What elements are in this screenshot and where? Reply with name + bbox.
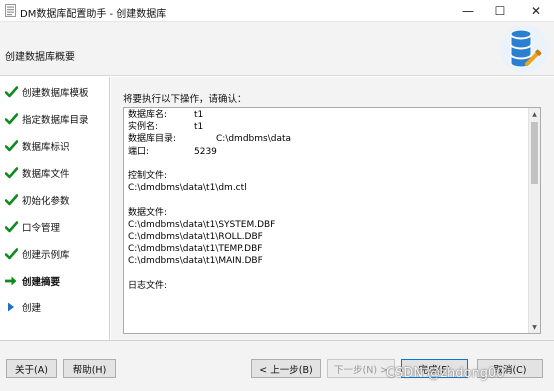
- step-password-management[interactable]: 口令管理: [0, 216, 110, 238]
- triangle-right-icon: [0, 296, 22, 318]
- wizard-footer: 关于(A) 帮助(H) < 上一步(B) 下一步(N) > 完成(F) 取消(C…: [0, 340, 554, 391]
- scrollbar-thumb[interactable]: [531, 122, 538, 184]
- step-database-files[interactable]: 数据库文件: [0, 162, 110, 184]
- check-icon: [0, 243, 22, 265]
- arrow-right-icon: [0, 270, 22, 292]
- database-icon: [500, 25, 548, 73]
- log-files-label: 日志文件:: [128, 280, 168, 291]
- summary-text: 数据库名: t1 实例名: t1 数据库目录: C:\dmdbms\data 端口: 5…: [128, 109, 523, 292]
- step-label: 创建: [22, 303, 42, 314]
- wizard-steps-sidebar: 创建数据库模板 指定数据库目录 数据库标识 数据库文件 初始化参数 口令管理 创…: [0, 77, 110, 340]
- main-content: 将要执行以下操作，请确认： 数据库名: t1 实例名: t1 数据库目录: C:\dm…: [111, 77, 554, 340]
- step-sample-database[interactable]: 创建示例库: [0, 243, 110, 265]
- maximize-button[interactable]: ☐: [482, 0, 518, 21]
- minimize-icon: —: [462, 3, 474, 18]
- data-file-path: C:\dmdbms\data\t1\MAIN.DBF: [128, 256, 263, 267]
- maximize-icon: ☐: [494, 3, 506, 18]
- summary-line: 控制文件:: [128, 170, 523, 182]
- step-create-summary[interactable]: 创建摘要: [0, 270, 110, 292]
- summary-line: C:\dmdbms\data\t1\dm.ctl: [128, 182, 523, 194]
- control-file-label: 控制文件:: [128, 170, 168, 181]
- close-button[interactable]: ✕: [518, 0, 554, 21]
- dir-value: C:\dmdbms\data: [216, 134, 292, 145]
- scroll-down-icon[interactable]: ▼: [529, 321, 540, 333]
- check-icon: [0, 108, 22, 130]
- page-title: 创建数据库概要: [5, 52, 75, 63]
- about-button[interactable]: 关于(A): [6, 359, 57, 378]
- summary-line: 数据库目录: C:\dmdbms\data: [128, 133, 523, 145]
- check-icon: [0, 81, 22, 103]
- port-value: 5239: [194, 146, 217, 157]
- summary-line: 日志文件:: [128, 280, 523, 292]
- help-button[interactable]: 帮助(H): [63, 359, 116, 378]
- summary-line: C:\dmdbms\data\t1\TEMP.DBF: [128, 243, 523, 255]
- step-init-params[interactable]: 初始化参数: [0, 189, 110, 211]
- step-label: 数据库标识: [22, 142, 70, 153]
- summary-line: 数据库名: t1: [128, 109, 523, 121]
- vertical-scrollbar[interactable]: ▲ ▼: [528, 108, 540, 333]
- step-label: 创建数据库模板: [22, 88, 89, 99]
- step-label: 创建示例库: [22, 250, 70, 261]
- db-name-value: t1: [194, 110, 204, 120]
- step-database-identity[interactable]: 数据库标识: [0, 135, 110, 157]
- watermark: CSDN @zhdong00: [386, 366, 505, 381]
- db-name-label: 数据库名:: [128, 110, 168, 120]
- summary-line: 端口: 5239: [128, 146, 523, 158]
- dir-label: 数据库目录:: [128, 134, 177, 145]
- check-icon: [0, 189, 22, 211]
- summary-textbox[interactable]: 数据库名: t1 实例名: t1 数据库目录: C:\dmdbms\data 端口: 5…: [123, 107, 541, 334]
- close-icon: ✕: [530, 3, 542, 18]
- step-label: 数据库文件: [22, 169, 70, 180]
- scroll-up-icon[interactable]: ▲: [529, 108, 540, 120]
- summary-line: C:\dmdbms\data\t1\ROLL.DBF: [128, 231, 523, 243]
- step-specify-directory[interactable]: 指定数据库目录: [0, 108, 110, 130]
- check-icon: [0, 135, 22, 157]
- port-label: 端口:: [128, 146, 150, 157]
- title-bar: DM数据库配置助手 - 创建数据库 — ☐ ✕: [0, 0, 554, 22]
- data-file-path: C:\dmdbms\data\t1\SYSTEM.DBF: [128, 219, 276, 230]
- back-button[interactable]: < 上一步(B): [251, 359, 321, 378]
- summary-line: 数据文件:: [128, 207, 523, 219]
- app-icon: [5, 4, 16, 17]
- next-button[interactable]: 下一步(N) >: [327, 359, 395, 378]
- data-file-path: C:\dmdbms\data\t1\ROLL.DBF: [128, 231, 263, 242]
- check-icon: [0, 216, 22, 238]
- check-icon: [0, 162, 22, 184]
- minimize-button[interactable]: —: [450, 0, 486, 21]
- step-label: 创建摘要: [22, 277, 61, 288]
- instance-label: 实例名:: [128, 122, 159, 133]
- wizard-header: 创建数据库概要: [0, 22, 554, 76]
- summary-line: C:\dmdbms\data\t1\SYSTEM.DBF: [128, 219, 523, 231]
- control-file-value: C:\dmdbms\data\t1\dm.ctl: [128, 183, 247, 194]
- step-create-template[interactable]: 创建数据库模板: [0, 81, 110, 103]
- summary-line: 实例名: t1: [128, 121, 523, 133]
- data-files-label: 数据文件:: [128, 207, 168, 218]
- window-title: DM数据库配置助手 - 创建数据库: [20, 9, 167, 20]
- confirm-prompt: 将要执行以下操作，请确认：: [123, 94, 247, 105]
- step-label: 初始化参数: [22, 196, 70, 207]
- data-file-path: C:\dmdbms\data\t1\TEMP.DBF: [128, 244, 263, 255]
- step-create[interactable]: 创建: [0, 296, 110, 318]
- step-label: 指定数据库目录: [22, 115, 89, 126]
- step-label: 口令管理: [22, 223, 61, 234]
- summary-line: C:\dmdbms\data\t1\MAIN.DBF: [128, 255, 523, 267]
- instance-value: t1: [194, 122, 204, 133]
